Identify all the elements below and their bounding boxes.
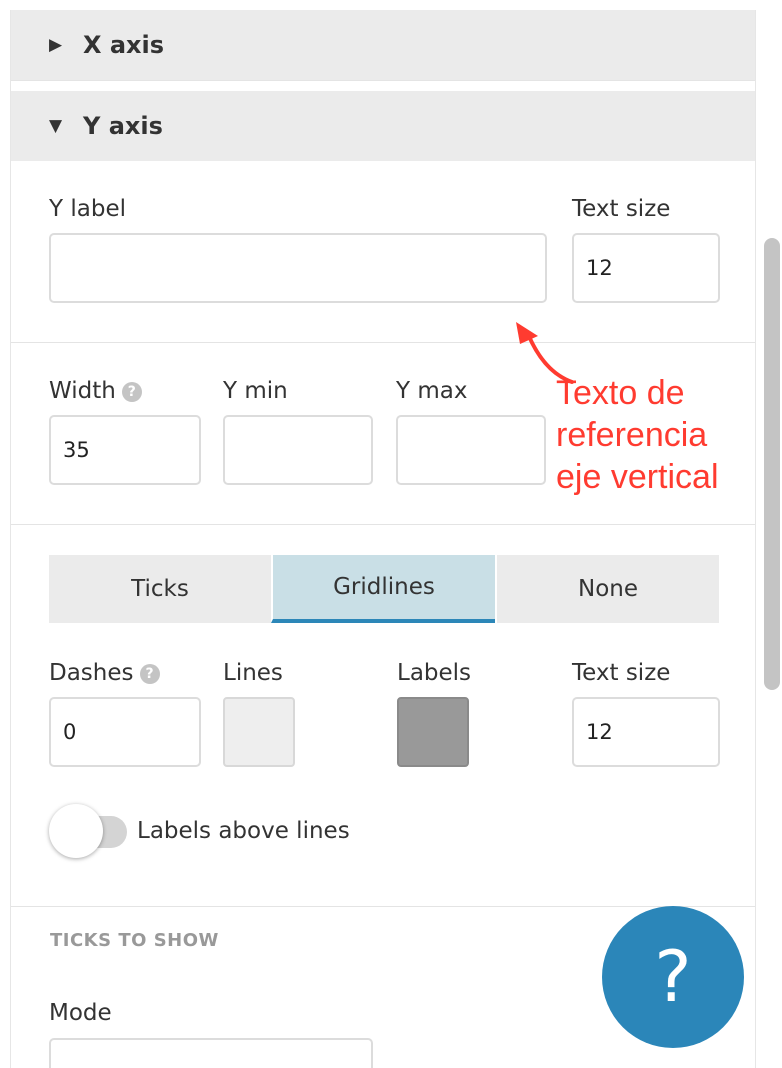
chart-settings-panel: ▶ X axis ▼ Y axis Y label Text size 12 W… xyxy=(10,10,756,1068)
help-button[interactable]: ? xyxy=(602,906,744,1048)
dashes-label: Dashes? xyxy=(49,660,160,686)
x-axis-title: X axis xyxy=(83,31,165,59)
ticks-to-show-heading: TICKS TO SHOW xyxy=(50,930,219,951)
caret-right-icon: ▶ xyxy=(49,35,63,55)
y-axis-accordion-header[interactable]: ▼ Y axis xyxy=(11,91,755,161)
width-label-text: Width xyxy=(49,378,116,404)
text-size-input[interactable]: 12 xyxy=(572,233,720,303)
labels-label: Labels xyxy=(397,660,472,686)
dashes-label-text: Dashes xyxy=(49,660,134,686)
labels-above-lines-toggle-knob[interactable] xyxy=(49,804,103,858)
mode-select[interactable] xyxy=(49,1038,373,1068)
gridline-mode-segmented-control: Ticks Gridlines None xyxy=(49,555,719,623)
divider xyxy=(11,80,755,81)
text-size-input[interactable]: 12 xyxy=(572,697,720,767)
divider xyxy=(11,906,755,907)
help-circle-icon[interactable]: ? xyxy=(121,381,142,402)
divider xyxy=(11,342,755,343)
none-option-button[interactable]: None xyxy=(495,555,719,623)
y-label-input[interactable] xyxy=(49,233,547,303)
y-label-label: Y label xyxy=(49,196,126,222)
divider xyxy=(11,524,755,525)
annotation-text: Texto de referencia eje vertical xyxy=(556,374,719,496)
caret-down-icon: ▼ xyxy=(49,116,63,136)
lines-color-swatch[interactable] xyxy=(223,697,295,767)
width-label: Width? xyxy=(49,378,142,404)
x-axis-accordion-header[interactable]: ▶ X axis xyxy=(11,10,755,80)
help-circle-icon[interactable]: ? xyxy=(139,663,160,684)
lines-label: Lines xyxy=(223,660,283,686)
gridlines-option-button[interactable]: Gridlines xyxy=(271,555,495,623)
mode-label: Mode xyxy=(49,1000,112,1026)
labels-above-lines-label: Labels above lines xyxy=(137,818,350,844)
dashes-input[interactable]: 0 xyxy=(49,697,201,767)
y-max-label: Y max xyxy=(396,378,468,404)
text-size-label: Text size xyxy=(572,196,671,222)
labels-color-swatch[interactable] xyxy=(397,697,469,767)
y-axis-title: Y axis xyxy=(83,112,163,140)
ticks-option-button[interactable]: Ticks xyxy=(49,555,271,623)
width-input[interactable]: 35 xyxy=(49,415,201,485)
y-min-label: Y min xyxy=(223,378,288,404)
scrollbar-thumb[interactable] xyxy=(764,238,780,690)
y-max-input[interactable] xyxy=(396,415,546,485)
text-size-label: Text size xyxy=(572,660,671,686)
y-min-input[interactable] xyxy=(223,415,373,485)
